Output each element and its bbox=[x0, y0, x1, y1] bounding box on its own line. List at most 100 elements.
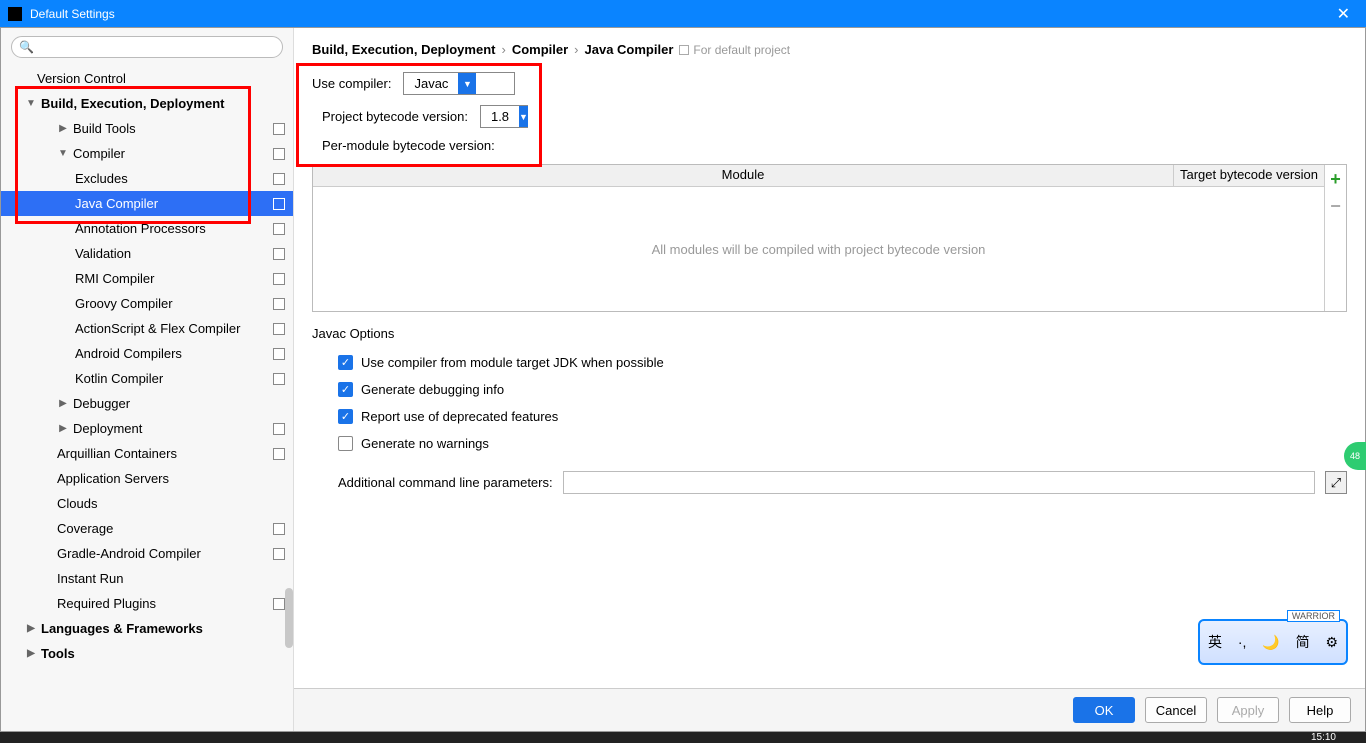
breadcrumb-hint: For default project bbox=[693, 43, 790, 57]
expand-params-button[interactable]: ⤢ bbox=[1325, 471, 1347, 494]
use-compiler-select[interactable]: Javac ▼ bbox=[403, 72, 515, 95]
copy-icon bbox=[273, 448, 285, 460]
copy-icon bbox=[273, 523, 285, 535]
tree-java-compiler[interactable]: Java Compiler bbox=[1, 191, 293, 216]
ime-toolbar[interactable]: WARRIOR 英 ·, 🌙 简 ⚙ bbox=[1198, 619, 1348, 665]
tree-compiler[interactable]: ▼Compiler bbox=[1, 141, 293, 166]
copy-icon bbox=[273, 123, 285, 135]
copy-icon bbox=[273, 298, 285, 310]
per-module-bytecode-label: Per-module bytecode version: bbox=[322, 138, 495, 153]
taskbar[interactable]: 15:10 bbox=[0, 732, 1366, 743]
chk-generate-no-warnings-label: Generate no warnings bbox=[361, 436, 489, 451]
chevron-right-icon: ▶ bbox=[57, 398, 69, 409]
apply-button[interactable]: Apply bbox=[1217, 697, 1279, 723]
copy-icon bbox=[273, 373, 285, 385]
chevron-right-icon: ▶ bbox=[25, 623, 37, 634]
use-compiler-label: Use compiler: bbox=[312, 76, 391, 91]
project-bytecode-label: Project bytecode version: bbox=[322, 109, 468, 124]
copy-icon bbox=[273, 248, 285, 260]
tree-application-servers[interactable]: Application Servers bbox=[1, 466, 293, 491]
remove-module-button[interactable]: − bbox=[1330, 196, 1341, 217]
tree-groovy-compiler[interactable]: Groovy Compiler bbox=[1, 291, 293, 316]
tree-deployment[interactable]: ▶Deployment bbox=[1, 416, 293, 441]
copy-icon bbox=[273, 323, 285, 335]
tree-rmi-compiler[interactable]: RMI Compiler bbox=[1, 266, 293, 291]
breadcrumb: Build, Execution, Deployment › Compiler … bbox=[312, 38, 1347, 67]
col-module[interactable]: Module bbox=[313, 165, 1174, 186]
tree-languages-frameworks[interactable]: ▶Languages & Frameworks bbox=[1, 616, 293, 641]
chevron-down-icon: ▼ bbox=[25, 98, 37, 109]
tree-actionscript-flex-compiler[interactable]: ActionScript & Flex Compiler bbox=[1, 316, 293, 341]
tree-validation[interactable]: Validation bbox=[1, 241, 293, 266]
project-bytecode-value: 1.8 bbox=[481, 106, 519, 127]
clock: 15:10 bbox=[1311, 732, 1336, 743]
scrollbar-thumb[interactable] bbox=[285, 588, 293, 648]
chk-use-compiler-target-jdk[interactable]: ✓ bbox=[338, 355, 353, 370]
ime-lang-cn[interactable]: 简 bbox=[1296, 632, 1310, 652]
copy-icon bbox=[273, 223, 285, 235]
copy-icon bbox=[273, 198, 285, 210]
additional-params-label: Additional command line parameters: bbox=[338, 475, 553, 490]
tree-tools[interactable]: ▶Tools bbox=[1, 641, 293, 666]
chk-generate-debug-info[interactable]: ✓ bbox=[338, 382, 353, 397]
notification-badge[interactable]: 48 bbox=[1344, 442, 1366, 470]
breadcrumb-p2[interactable]: Compiler bbox=[512, 42, 568, 57]
chk-use-compiler-target-jdk-label: Use compiler from module target JDK when… bbox=[361, 355, 664, 370]
dialog-body: 🔍 Version Control ▼Build, Execution, Dep… bbox=[0, 27, 1366, 732]
chevron-right-icon: ▶ bbox=[57, 423, 69, 434]
search-input[interactable] bbox=[11, 36, 283, 58]
breadcrumb-p1[interactable]: Build, Execution, Deployment bbox=[312, 42, 495, 57]
tree-android-compilers[interactable]: Android Compilers bbox=[1, 341, 293, 366]
close-icon[interactable]: ✕ bbox=[1329, 4, 1358, 24]
ime-lang-en[interactable]: 英 bbox=[1208, 632, 1222, 652]
module-table: Module Target bytecode version All modul… bbox=[312, 164, 1347, 312]
copy-icon bbox=[273, 173, 285, 185]
ime-sep: ·, bbox=[1238, 634, 1247, 650]
chk-report-deprecated-label: Report use of deprecated features bbox=[361, 409, 558, 424]
gear-icon[interactable]: ⚙ bbox=[1325, 634, 1338, 651]
tree-instant-run[interactable]: Instant Run bbox=[1, 566, 293, 591]
help-button[interactable]: Help bbox=[1289, 697, 1351, 723]
table-empty-text: All modules will be compiled with projec… bbox=[313, 187, 1324, 311]
chk-generate-debug-info-label: Generate debugging info bbox=[361, 382, 504, 397]
tree-gradle-android-compiler[interactable]: Gradle-Android Compiler bbox=[1, 541, 293, 566]
tree-kotlin-compiler[interactable]: Kotlin Compiler bbox=[1, 366, 293, 391]
copy-icon bbox=[273, 598, 285, 610]
tree-annotation-processors[interactable]: Annotation Processors bbox=[1, 216, 293, 241]
tree-build-tools[interactable]: ▶Build Tools bbox=[1, 116, 293, 141]
cancel-button[interactable]: Cancel bbox=[1145, 697, 1207, 723]
use-compiler-value: Javac bbox=[404, 73, 458, 94]
tree-arquillian-containers[interactable]: Arquillian Containers bbox=[1, 441, 293, 466]
chk-report-deprecated[interactable]: ✓ bbox=[338, 409, 353, 424]
project-bytecode-select[interactable]: 1.8 ▼ bbox=[480, 105, 528, 128]
javac-options-title: Javac Options bbox=[312, 326, 1347, 341]
chevron-down-icon: ▼ bbox=[458, 73, 476, 94]
additional-params-input[interactable] bbox=[563, 471, 1315, 494]
titlebar: Default Settings ✕ bbox=[0, 0, 1366, 27]
chk-generate-no-warnings[interactable] bbox=[338, 436, 353, 451]
window-title: Default Settings bbox=[30, 7, 115, 21]
chevron-down-icon: ▼ bbox=[57, 148, 69, 159]
copy-icon bbox=[679, 45, 689, 55]
copy-icon bbox=[273, 423, 285, 435]
tree-clouds[interactable]: Clouds bbox=[1, 491, 293, 516]
tree-debugger[interactable]: ▶Debugger bbox=[1, 391, 293, 416]
breadcrumb-p3: Java Compiler bbox=[585, 42, 674, 57]
chevron-right-icon: ▶ bbox=[57, 123, 69, 134]
tree-excludes[interactable]: Excludes bbox=[1, 166, 293, 191]
sidebar: 🔍 Version Control ▼Build, Execution, Dep… bbox=[1, 28, 294, 731]
chevron-right-icon: ▶ bbox=[25, 648, 37, 659]
tree-version-control[interactable]: Version Control bbox=[1, 66, 293, 91]
copy-icon bbox=[273, 273, 285, 285]
col-target-bytecode[interactable]: Target bytecode version bbox=[1174, 165, 1324, 186]
app-icon bbox=[8, 7, 22, 21]
moon-icon[interactable]: 🌙 bbox=[1262, 634, 1279, 651]
copy-icon bbox=[273, 348, 285, 360]
tree-build-execution-deployment[interactable]: ▼Build, Execution, Deployment bbox=[1, 91, 293, 116]
tree-required-plugins[interactable]: Required Plugins bbox=[1, 591, 293, 616]
tree-coverage[interactable]: Coverage bbox=[1, 516, 293, 541]
add-module-button[interactable]: + bbox=[1330, 169, 1341, 190]
ok-button[interactable]: OK bbox=[1073, 697, 1135, 723]
search-icon: 🔍 bbox=[19, 40, 34, 54]
copy-icon bbox=[273, 148, 285, 160]
